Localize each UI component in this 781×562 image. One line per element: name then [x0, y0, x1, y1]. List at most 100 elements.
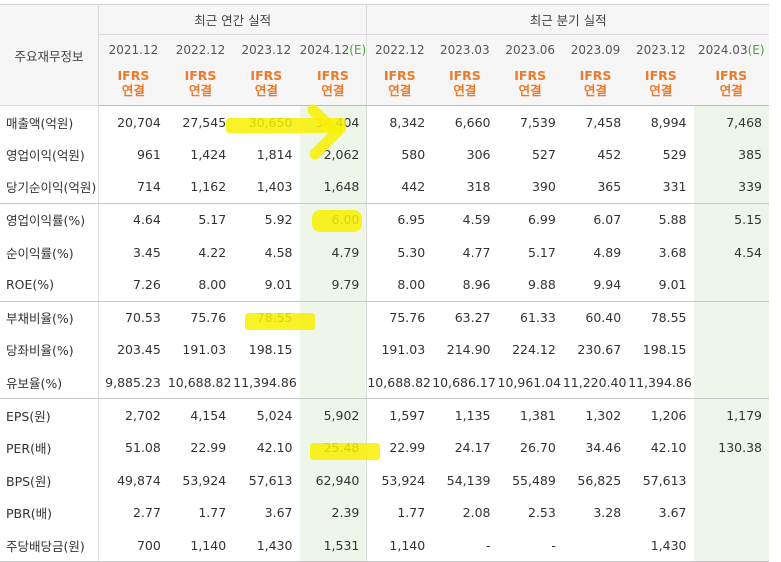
data-cell: 191.03 [366, 333, 433, 367]
data-cell: 5.15 [693, 203, 769, 236]
table-row: 영업이익(억원) 961 1,424 1,814 2,062 580 306 527 452 52… [0, 138, 769, 171]
data-cell: 4.54 [693, 235, 769, 269]
data-cell: 390 [497, 170, 563, 204]
row-label: 영업이익(억원) [0, 138, 99, 171]
quarter-group-header: 최근 분기 실적 [366, 4, 769, 35]
table-row: 당좌비율(%) 203.45 191.03 198.15 191.03 214.90 224… [0, 333, 769, 367]
data-cell: - [432, 529, 498, 562]
data-cell: 6.95 [366, 203, 433, 236]
row-label: 주당배당금(원) [0, 529, 99, 562]
data-cell [693, 301, 769, 334]
data-cell [693, 268, 769, 302]
data-cell [693, 496, 769, 530]
data-cell [693, 333, 769, 367]
data-cell: 1,531 [299, 529, 367, 562]
period-date: 2023.09 [562, 34, 629, 66]
data-cell: 2.77 [133, 505, 161, 521]
data-cell [693, 366, 769, 400]
period-date-estimate: 2024.12(E) [299, 34, 367, 66]
data-cell: 2.39 [299, 496, 367, 530]
data-cell: 700 [98, 529, 168, 562]
row-label: PBR(배) [0, 496, 99, 530]
data-cell: 5,902 [299, 398, 367, 432]
estimate-mark: (E) [349, 43, 367, 58]
data-cell: 3.45 [133, 244, 161, 260]
data-cell [693, 464, 769, 497]
data-cell: 75.76 [366, 301, 433, 334]
data-cell: 1,206 [650, 407, 687, 423]
data-cell: 5.88 [658, 212, 687, 228]
row-label: 유보율(%) [0, 366, 99, 400]
data-cell: 198.15 [642, 342, 687, 358]
data-cell: 62,940 [299, 464, 367, 497]
row-label: 당기순이익(억원) [0, 170, 99, 204]
accounting-standard: IFRS 연결 [432, 65, 498, 106]
data-cell: 339 [693, 170, 769, 204]
accounting-standard: IFRS 연결 [628, 65, 694, 106]
data-cell: 7.26 [98, 268, 168, 302]
data-cell: 24.17 [454, 440, 491, 456]
row-label: BPS(원) [0, 464, 99, 497]
accounting-standard: IFRS 연결 [693, 65, 769, 106]
data-cell: 1,381 [520, 407, 556, 423]
data-cell: 26.70 [520, 440, 556, 456]
data-cell: 78.55 [650, 310, 687, 326]
data-cell: 11,394.86 [233, 366, 300, 400]
period-date: 2022.12 [366, 34, 433, 66]
data-cell: 3.67 [658, 505, 687, 521]
data-cell: 51.08 [125, 440, 161, 456]
table-row: 유보율(%) 9,885.23 10,688.82 11,394.86 10,688.8… [0, 366, 769, 400]
data-cell: 1,179 [693, 398, 769, 432]
accounting-standard: IFRS 연결 [562, 65, 629, 106]
table-body: 매출액(억원)20,70427,54530,65034,4048,3426,66… [0, 105, 769, 562]
data-cell: 7,539 [520, 114, 556, 130]
data-cell: 1.77 [366, 496, 433, 530]
estimate-mark: (E) [747, 43, 765, 58]
data-cell: 331 [628, 170, 694, 204]
accounting-standard: IFRS 연결 [299, 65, 367, 106]
accounting-standard-row: IFRS 연결 IFRS 연결 IFRS 연결 IFRS 연결 IFRS 연결 IFRS 연… [0, 65, 769, 106]
data-cell: 306 [466, 146, 491, 162]
data-cell: 55,489 [512, 472, 556, 488]
data-cell: 5,024 [256, 407, 293, 423]
data-cell: 9.94 [562, 268, 629, 302]
row-label: 부채비율(%) [0, 301, 99, 334]
data-cell: 8,342 [366, 105, 433, 139]
data-cell: 1,403 [233, 170, 300, 204]
data-cell: 53,924 [366, 464, 433, 497]
table-row: 당기순이익(억원) 714 1,162 1,403 1,648 442 318 390 365 3… [0, 170, 769, 204]
data-cell: 61.33 [520, 310, 556, 326]
accounting-standard: IFRS 연결 [167, 65, 234, 106]
highlight-mark [245, 313, 315, 330]
data-cell [299, 333, 367, 367]
period-group-header-row: 주요재무정보 최근 연간 실적 최근 분기 실적 [0, 4, 769, 106]
data-cell: 6,660 [454, 114, 491, 130]
annual-group-header: 최근 연간 실적 [98, 4, 367, 35]
data-cell: 8.00 [366, 268, 433, 302]
accounting-standard: IFRS 연결 [98, 65, 168, 106]
data-cell: 5.17 [528, 244, 556, 260]
row-label: 영업이익률(%) [0, 203, 99, 236]
table-row: ROE(%) 7.26 8.00 9.01 9.79 8.00 8.96 9.88 9.94 9.… [0, 268, 769, 302]
data-cell: 714 [98, 170, 168, 204]
data-cell: 214.90 [446, 342, 491, 358]
data-cell: 7,468 [693, 105, 769, 139]
row-label: 순이익률(%) [0, 235, 99, 269]
data-cell: 4.22 [198, 244, 227, 260]
table-row: PER(배)51.0822.9942.1025.4822.9924.1726.7… [0, 431, 769, 465]
period-date: 2023.03 [432, 34, 498, 66]
data-cell: 224.12 [512, 342, 556, 358]
table-row: 순이익률(%) 3.45 4.22 4.58 4.79 5.30 4.77 5.17 4.89 3… [0, 235, 769, 269]
period-date: 2023.12 [628, 34, 694, 66]
data-cell: 7,458 [585, 114, 622, 130]
data-cell: 2.53 [528, 505, 556, 521]
accounting-standard: IFRS 연결 [366, 65, 433, 106]
highlight-mark [312, 210, 362, 232]
data-cell: 365 [562, 170, 629, 204]
accounting-standard: IFRS 연결 [233, 65, 300, 106]
data-cell: 1,430 [628, 529, 694, 562]
period-date-row: 2021.12 2022.12 2023.12 2024.12(E) 2022.… [0, 34, 769, 66]
data-cell: 57,613 [248, 472, 293, 488]
table-row: 영업이익률(%)4.645.175.926.006.954.596.996.07… [0, 203, 769, 236]
table-row: 매출액(억원)20,70427,54530,65034,4048,3426,66… [0, 105, 769, 139]
